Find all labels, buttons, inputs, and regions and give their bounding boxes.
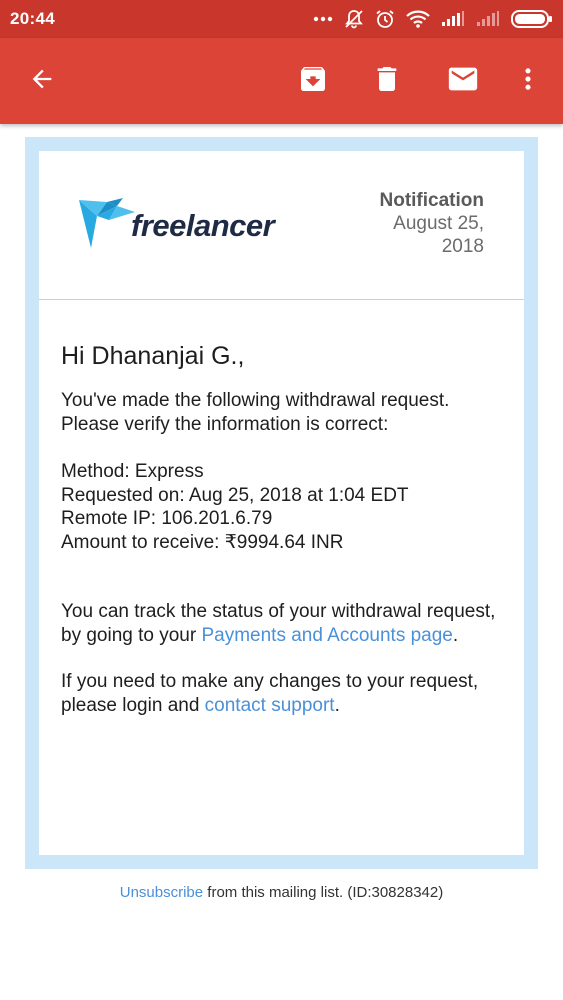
intro-text: You've made the following withdrawal req… xyxy=(61,390,450,435)
signal-icon xyxy=(441,11,465,27)
more-dots-icon xyxy=(313,16,333,22)
logo-text: freelancer xyxy=(131,207,275,243)
freelancer-logo[interactable]: freelancer xyxy=(79,196,275,255)
payments-accounts-link[interactable]: Payments and Accounts page xyxy=(201,625,452,646)
status-time: 20:44 xyxy=(10,9,55,28)
method-line: Method: Express xyxy=(61,461,204,482)
more-vert-icon xyxy=(514,65,542,98)
signal-weak-icon xyxy=(476,11,500,27)
more-options-button[interactable] xyxy=(506,59,550,103)
notifications-off-icon xyxy=(344,9,364,29)
mark-unread-button[interactable] xyxy=(441,59,485,103)
footer-text: from this mailing list. (ID:30828342) xyxy=(203,884,444,901)
email-footer: Unsubscribe from this mailing list. (ID:… xyxy=(0,884,563,901)
email-header: freelancer Notification August 25, 2018 xyxy=(39,151,524,300)
amount-line: Amount to receive: ₹9994.64 INR xyxy=(61,531,344,553)
archive-icon xyxy=(297,63,329,100)
greeting: Hi Dhananjai G., xyxy=(61,342,245,370)
delete-icon xyxy=(371,63,403,100)
notification-date-line2: 2018 xyxy=(441,236,484,257)
notification-date-line1: August 25, xyxy=(393,213,484,234)
alarm-icon xyxy=(375,9,395,29)
battery-icon xyxy=(511,10,553,28)
status-icons xyxy=(313,9,553,29)
notification-label: Notification xyxy=(379,190,485,211)
email-card: freelancer Notification August 25, 2018 … xyxy=(39,151,524,855)
app-bar xyxy=(0,38,563,124)
track-end: . xyxy=(452,624,459,646)
track-paragraph: You can track the status of your withdra… xyxy=(61,600,502,647)
archive-button[interactable] xyxy=(291,59,335,103)
mail-icon xyxy=(446,62,480,101)
requested-on-line: Requested on: Aug 25, 2018 at 1:04 EDT xyxy=(61,484,409,506)
changes-paragraph: If you need to make any changes to your … xyxy=(61,670,502,717)
unsubscribe-link[interactable]: Unsubscribe xyxy=(120,884,203,901)
wifi-icon xyxy=(406,10,430,28)
changes-end: . xyxy=(334,694,340,716)
delete-button[interactable] xyxy=(365,59,409,103)
back-button[interactable] xyxy=(20,59,64,103)
contact-support-link[interactable]: contact support xyxy=(205,695,335,716)
freelancer-bird-icon xyxy=(79,196,135,255)
withdrawal-details: Method: Express Requested on: Aug 25, 20… xyxy=(61,460,502,554)
notification-info: Notification August 25, 2018 xyxy=(380,189,485,258)
email-frame: freelancer Notification August 25, 2018 … xyxy=(25,137,538,869)
remote-ip-line: Remote IP: 106.201.6.79 xyxy=(61,508,273,529)
status-bar: 20:44 xyxy=(0,0,563,38)
back-arrow-icon xyxy=(28,65,56,98)
email-body: Hi Dhananjai G., You've made the followi… xyxy=(39,300,524,717)
